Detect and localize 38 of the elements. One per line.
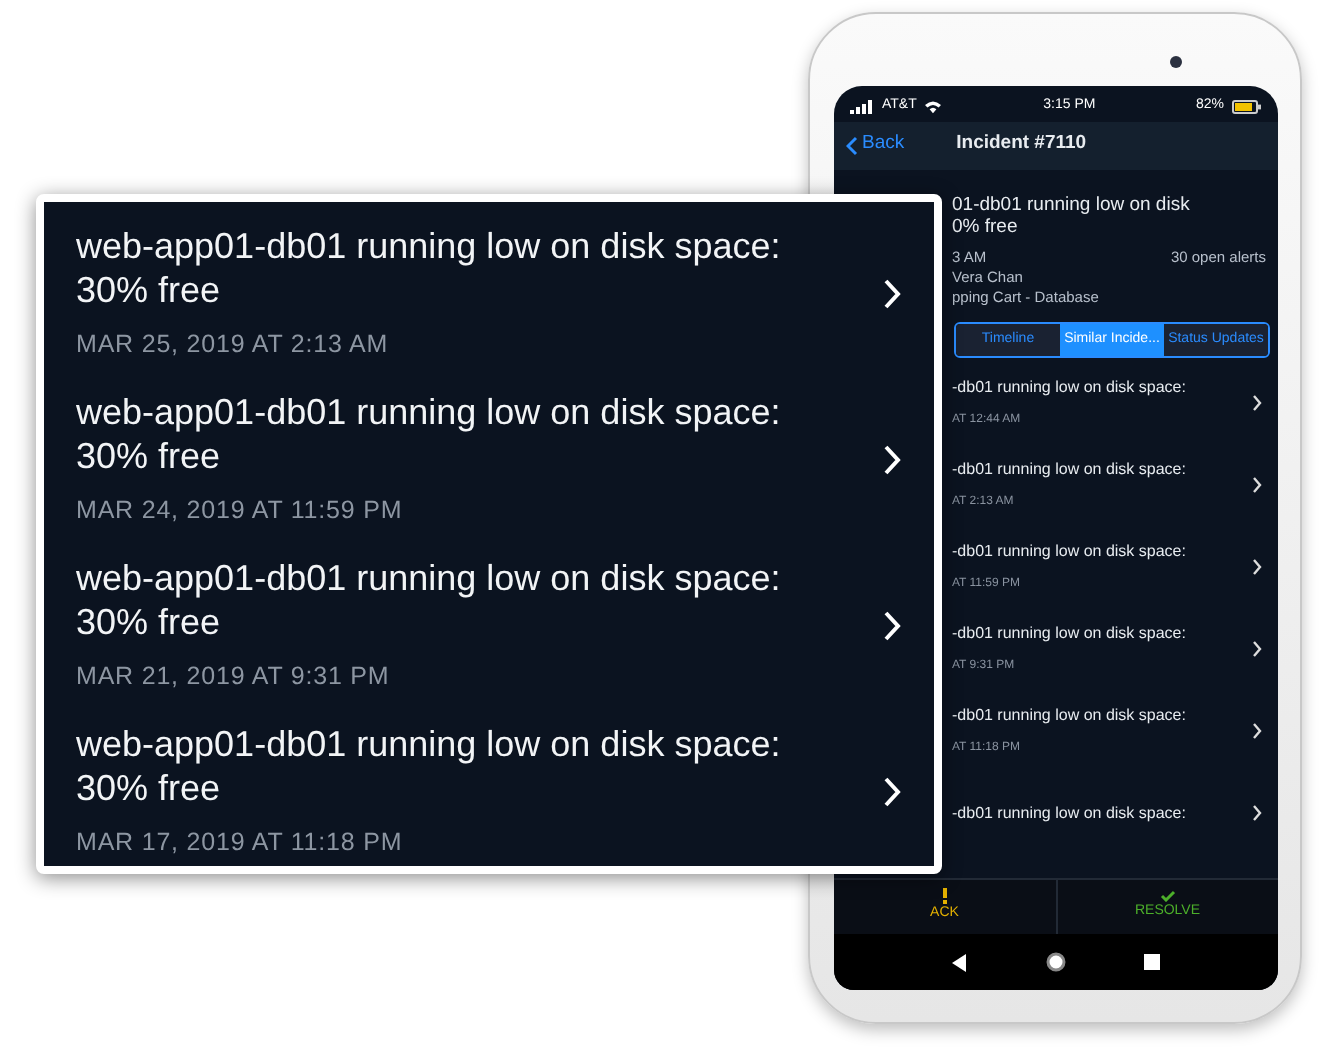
- incident-title: web-app01-db01 running low on disk space: 30% free: [76, 389, 783, 480]
- incident-title: -db01 running low on disk space:: [952, 376, 1188, 400]
- incident-date: MAR 24, 2019 AT 11:59 PM: [76, 493, 405, 528]
- screen-title: Incident #7110: [956, 130, 1087, 159]
- chevron-right-icon: [1252, 640, 1262, 658]
- incident-title: web-app01-db01 running low on disk space: 30% free: [76, 223, 783, 314]
- checkmark-icon: [1159, 890, 1176, 903]
- incident-date: MAR 17, 2019 AT 11:18 PM: [76, 825, 405, 860]
- signal-icon: [850, 99, 874, 114]
- incident-date: MAR 21, 2019 AT 9:31 PM: [76, 659, 392, 694]
- camera-icon: [1170, 56, 1182, 68]
- back-triangle-icon: [952, 953, 969, 971]
- chevron-right-icon: [1252, 722, 1262, 740]
- recents-square-icon: [1143, 954, 1160, 970]
- chevron-right-icon: [882, 443, 902, 475]
- incident-title: web-app01-db01 running low on disk space: 30% free: [76, 721, 783, 812]
- chevron-left-icon: [846, 135, 858, 155]
- battery-icon: [1232, 99, 1262, 114]
- chevron-right-icon: [882, 277, 902, 309]
- incident-title: -db01 running low on disk space:: [952, 801, 1188, 825]
- chevron-right-icon: [1252, 804, 1262, 822]
- exclamation-icon: [941, 888, 948, 905]
- chevron-right-icon: [1252, 558, 1262, 576]
- wifi-icon: [924, 99, 943, 114]
- incident-title: -db01 running low on disk space:: [952, 540, 1188, 564]
- chevron-right-icon: [1252, 394, 1262, 412]
- incident-title: -db01 running low on disk space:: [952, 704, 1188, 728]
- incident-title: web-app01-db01 running low on disk space: 30% free: [76, 555, 783, 646]
- incident-title-line: 01-db01 running low on disk: [952, 193, 1192, 217]
- chevron-right-icon: [882, 609, 902, 641]
- incident-title: -db01 running low on disk space:: [952, 622, 1188, 646]
- back-link[interactable]: Back: [846, 130, 905, 160]
- incident-title: -db01 running low on disk space:: [952, 458, 1188, 482]
- chevron-right-icon: [1252, 476, 1262, 494]
- chevron-right-icon: [882, 775, 902, 807]
- home-circle-icon: [1045, 952, 1066, 972]
- incident-date: MAR 25, 2019 AT 2:13 AM: [76, 327, 391, 362]
- incident-title-line: 0% free: [952, 216, 1020, 241]
